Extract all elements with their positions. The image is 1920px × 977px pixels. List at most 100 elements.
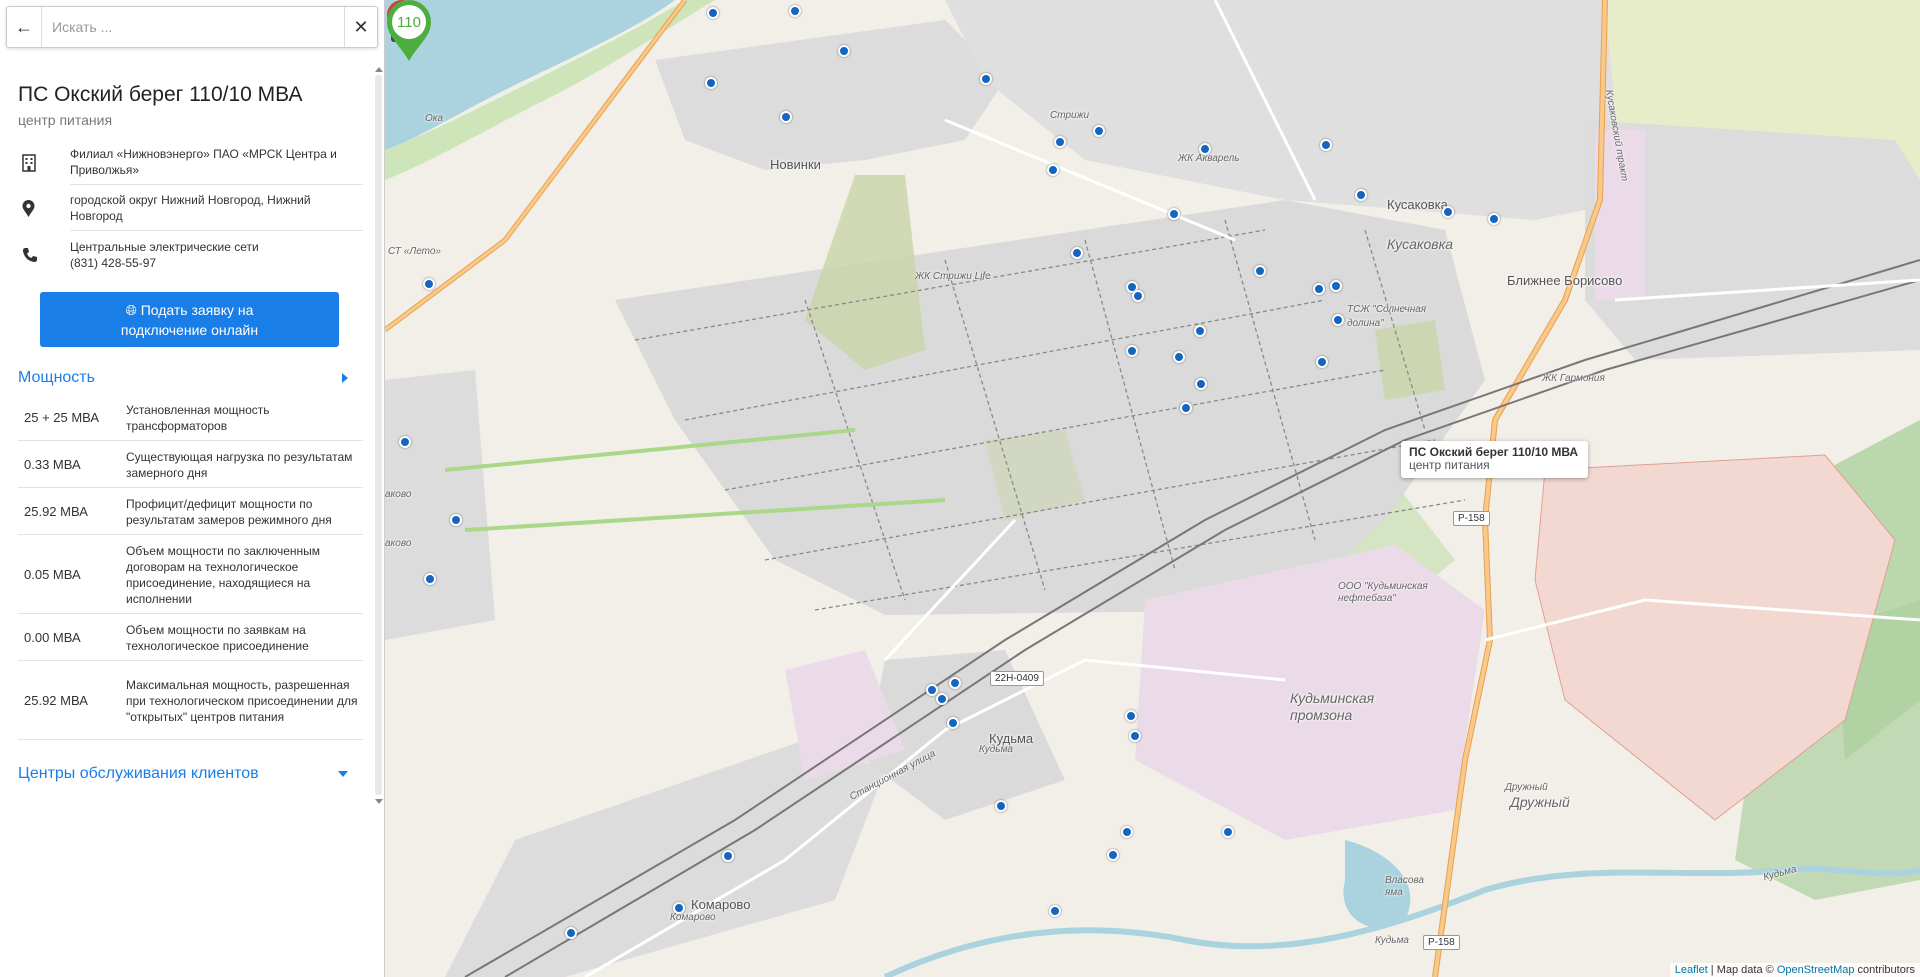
osm-link[interactable]: OpenStreetMap	[1777, 964, 1855, 976]
power-row: 25.92 МВА Профицит/дефицит мощности по ре…	[18, 488, 363, 535]
label-garmonia: ЖК Гармония	[1542, 373, 1605, 384]
substation-marker[interactable]	[1316, 356, 1328, 368]
power-row: 0.33 МВА Существующая нагрузка по результ…	[18, 441, 363, 488]
info-contact: Центральные электрические сети (831) 428-…	[18, 233, 363, 277]
substation-marker[interactable]	[1488, 213, 1500, 225]
substation-marker[interactable]	[565, 927, 577, 939]
search-bar: ← ✕	[6, 6, 378, 48]
substation-marker[interactable]	[995, 800, 1007, 812]
substation-marker[interactable]	[707, 7, 719, 19]
substation-marker[interactable]	[838, 45, 850, 57]
station-popup[interactable]: ПС Окский берег 110/10 МВА центр питания	[1401, 441, 1589, 478]
substation-marker[interactable]	[423, 278, 435, 290]
scroll-up-icon[interactable]	[375, 67, 383, 72]
substation-marker[interactable]	[780, 111, 792, 123]
power-row: 25.92 МВА Максимальная мощность, разрешен…	[18, 661, 363, 740]
label-strizhi: Стрижи	[1050, 110, 1090, 121]
substation-marker[interactable]	[1199, 143, 1211, 155]
substation-marker[interactable]	[722, 850, 734, 862]
caret-right-icon	[342, 373, 348, 383]
power-section-toggle[interactable]: Мощность	[18, 369, 348, 387]
network-text: Центральные электрические сети	[70, 240, 259, 254]
label-oka: Ока	[425, 113, 444, 124]
label-kusakovka: Кусаковка	[1387, 236, 1453, 252]
substation-marker[interactable]	[1126, 345, 1138, 357]
substation-marker[interactable]	[1132, 290, 1144, 302]
sidebar-scrollbar[interactable]	[373, 63, 383, 808]
substation-marker[interactable]	[1168, 208, 1180, 220]
road-shield-r158-2: Р-158	[1423, 935, 1460, 950]
substation-marker[interactable]	[1195, 378, 1207, 390]
station-title: ПС Окский берег 110/10 МВА	[18, 83, 303, 106]
label-akovo: аково	[385, 489, 412, 500]
label-solnech: ТСЖ "Солнечная долина"	[1347, 304, 1427, 329]
road-shield-r158: Р-158	[1453, 511, 1490, 526]
pin-main-label: 110	[397, 14, 421, 31]
label-neftebaza: ООО "Кудьминская нефтебаза"	[1338, 581, 1428, 604]
map-pin-selected[interactable]: 110	[385, 0, 433, 62]
substation-marker[interactable]	[673, 902, 685, 914]
power-table: 25 + 25 МВА Установленная мощность трансф…	[18, 394, 363, 740]
substation-marker[interactable]	[1355, 189, 1367, 201]
substation-marker[interactable]	[1442, 206, 1454, 218]
map-attribution: Leaflet | Map data © OpenStreetMap contr…	[1669, 963, 1920, 977]
substation-marker[interactable]	[1330, 280, 1342, 292]
label-druzhny-2: Дружный	[1510, 794, 1570, 810]
scroll-down-icon[interactable]	[375, 799, 383, 804]
close-icon: ✕	[353, 16, 369, 37]
substation-marker[interactable]	[980, 73, 992, 85]
apply-button-label: Подать заявку на подключение онлайн	[120, 301, 259, 338]
sidebar: ← ✕ ПС Окский берег 110/10 МВА центр пит…	[0, 0, 385, 977]
info-address: городской округ Нижний Новгород, Нижний …	[18, 186, 363, 231]
phone-text: (831) 428-55-97	[70, 256, 157, 270]
power-section-heading: Мощность	[18, 369, 95, 386]
arrow-left-icon: ←	[15, 16, 33, 37]
map-tiles	[385, 0, 1920, 977]
service-centers-toggle[interactable]: Центры обслуживания клиентов	[18, 765, 348, 783]
substation-marker[interactable]	[949, 677, 961, 689]
substation-marker[interactable]	[1107, 849, 1119, 861]
substation-marker[interactable]	[1121, 826, 1133, 838]
substation-marker[interactable]	[1320, 139, 1332, 151]
substation-marker[interactable]	[705, 77, 717, 89]
back-button[interactable]: ←	[7, 7, 42, 47]
substation-marker[interactable]	[1194, 325, 1206, 337]
substation-marker[interactable]	[947, 717, 959, 729]
substation-marker[interactable]	[399, 436, 411, 448]
power-row: 0.05 МВА Объем мощности по заключенным до…	[18, 535, 363, 614]
substation-marker[interactable]	[1313, 283, 1325, 295]
map-view[interactable]: Новинки Стрижи ЖК Акварель Кусаковка Кус…	[385, 0, 1920, 977]
substation-marker[interactable]	[1254, 265, 1266, 277]
search-input[interactable]	[42, 7, 344, 47]
apply-connection-button[interactable]: 🌐︎ Подать заявку на подключение онлайн	[40, 292, 339, 347]
substation-marker[interactable]	[789, 5, 801, 17]
info-owner: Филиал «Нижновэнерго» ПАО «МРСК Центра и…	[18, 140, 363, 185]
address-text: городской округ Нижний Новгород, Нижний …	[70, 186, 363, 231]
substation-marker[interactable]	[1093, 125, 1105, 137]
caret-down-icon	[338, 771, 348, 777]
substation-marker[interactable]	[1047, 164, 1059, 176]
leaflet-link[interactable]: Leaflet	[1675, 964, 1708, 976]
substation-marker[interactable]	[1180, 402, 1192, 414]
label-kusakovka-small: Кусаковка	[1387, 197, 1448, 212]
substation-marker[interactable]	[1222, 826, 1234, 838]
substation-marker[interactable]	[1054, 136, 1066, 148]
substation-marker[interactable]	[1049, 905, 1061, 917]
clear-search-button[interactable]: ✕	[344, 7, 377, 47]
substation-marker[interactable]	[926, 684, 938, 696]
scroll-thumb[interactable]	[375, 75, 382, 795]
substation-marker[interactable]	[1071, 247, 1083, 259]
label-promzona: Кудьминская промзона	[1290, 690, 1375, 723]
substation-marker[interactable]	[450, 514, 462, 526]
label-strizhi-life: ЖК Стрижи Life	[915, 271, 991, 282]
globe-icon: 🌐︎	[125, 301, 137, 318]
label-vlasova: Власова яма	[1385, 875, 1424, 898]
substation-marker[interactable]	[1332, 314, 1344, 326]
substation-marker[interactable]	[1173, 351, 1185, 363]
substation-marker[interactable]	[424, 573, 436, 585]
substation-marker[interactable]	[1129, 730, 1141, 742]
label-kudma-river-2: Кудьма	[1375, 935, 1409, 946]
substation-marker[interactable]	[1125, 710, 1137, 722]
substation-marker[interactable]	[936, 693, 948, 705]
owner-text: Филиал «Нижновэнерго» ПАО «МРСК Центра и…	[70, 140, 363, 185]
